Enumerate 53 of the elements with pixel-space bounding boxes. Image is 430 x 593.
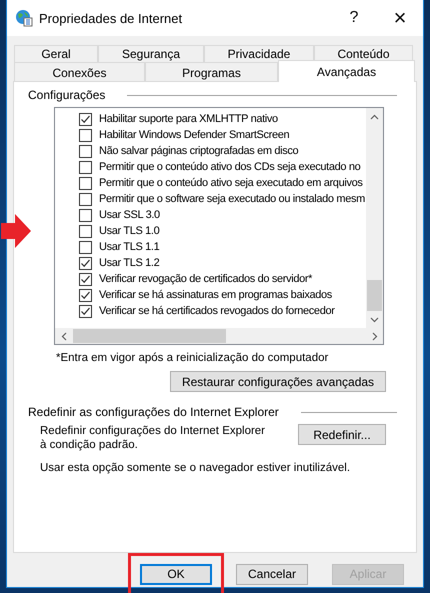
tab[interactable]: Privacidade xyxy=(204,45,314,62)
checkbox[interactable] xyxy=(79,256,92,270)
close-button[interactable]: × xyxy=(377,0,423,36)
setting-label: Verificar se há assinaturas em programas baixados xyxy=(99,289,332,301)
globe-icon xyxy=(15,9,33,27)
setting-label: Não salvar páginas criptografadas em disco xyxy=(99,145,298,157)
help-button[interactable]: ? xyxy=(331,0,377,36)
tab[interactable]: Segurança xyxy=(98,45,204,62)
setting-label: Habilitar suporte para XMLHTTP nativo xyxy=(99,113,278,125)
checkbox[interactable] xyxy=(79,112,92,126)
scroll-up-icon[interactable] xyxy=(370,114,379,120)
tab[interactable]: Programas xyxy=(145,62,278,82)
scroll-thumb[interactable] xyxy=(367,280,382,311)
group-label: Redefinir as configurações do Internet Explorer xyxy=(28,405,279,419)
setting-label: Usar SSL 3.0 xyxy=(99,209,160,221)
setting-label: Permitir que o software seja executado ou instalado mesm xyxy=(99,193,365,205)
group-label: Configurações xyxy=(28,88,106,102)
checkbox[interactable] xyxy=(79,288,92,302)
scroll-right-icon[interactable] xyxy=(372,332,378,340)
setting-label: Usar TLS 1.0 xyxy=(99,225,160,237)
checkbox[interactable] xyxy=(79,304,92,318)
footnote-text: *Entra em vigor após a reinicialização do computador xyxy=(56,352,330,364)
checkbox[interactable] xyxy=(79,176,92,190)
checkbox[interactable] xyxy=(79,224,92,238)
setting-label: Permitir que o conteúdo ativo seja executado em arquivos xyxy=(99,177,363,189)
checkbox[interactable] xyxy=(79,128,92,142)
scroll-left-icon[interactable] xyxy=(61,332,67,340)
tab[interactable]: Geral xyxy=(14,45,98,62)
checkbox[interactable] xyxy=(79,192,92,206)
checkbox[interactable] xyxy=(79,272,92,286)
setting-label: Usar TLS 1.2 xyxy=(99,257,160,269)
setting-label: Permitir que o conteúdo ativo dos CDs seja executado no xyxy=(99,161,360,173)
reset-button[interactable]: Redefinir... xyxy=(298,424,386,445)
checkbox[interactable] xyxy=(79,208,92,222)
restore-button[interactable]: Restaurar configurações avançadas xyxy=(170,371,386,392)
scroll-thumb[interactable] xyxy=(73,329,226,343)
description-text: Redefinir configurações do Internet Explorer à condição padrão. xyxy=(40,424,265,452)
tab[interactable]: Avançadas xyxy=(278,60,415,82)
setting-label: Verificar revogação de certificados do servidor* xyxy=(99,273,312,285)
setting-label: Verificar se há certificados revogados do fornecedor xyxy=(99,305,335,317)
horizontal-scrollbar[interactable] xyxy=(55,328,383,344)
scroll-down-icon[interactable] xyxy=(370,317,379,323)
setting-label: Usar TLS 1.1 xyxy=(99,241,160,253)
vertical-scrollbar[interactable] xyxy=(366,108,383,328)
window-title: Propriedades de Internet xyxy=(39,10,182,26)
dialog-button[interactable]: Cancelar xyxy=(236,564,308,584)
checkbox[interactable] xyxy=(79,144,92,158)
dialog-button[interactable]: OK xyxy=(140,564,212,584)
checkbox[interactable] xyxy=(79,160,92,174)
setting-label: Habilitar Windows Defender SmartScreen xyxy=(99,129,290,141)
note-text: Usar esta opção somente se o navegador estiver inutilizável. xyxy=(40,462,352,474)
tab[interactable]: Conexões xyxy=(14,62,145,82)
checkbox[interactable] xyxy=(79,240,92,254)
